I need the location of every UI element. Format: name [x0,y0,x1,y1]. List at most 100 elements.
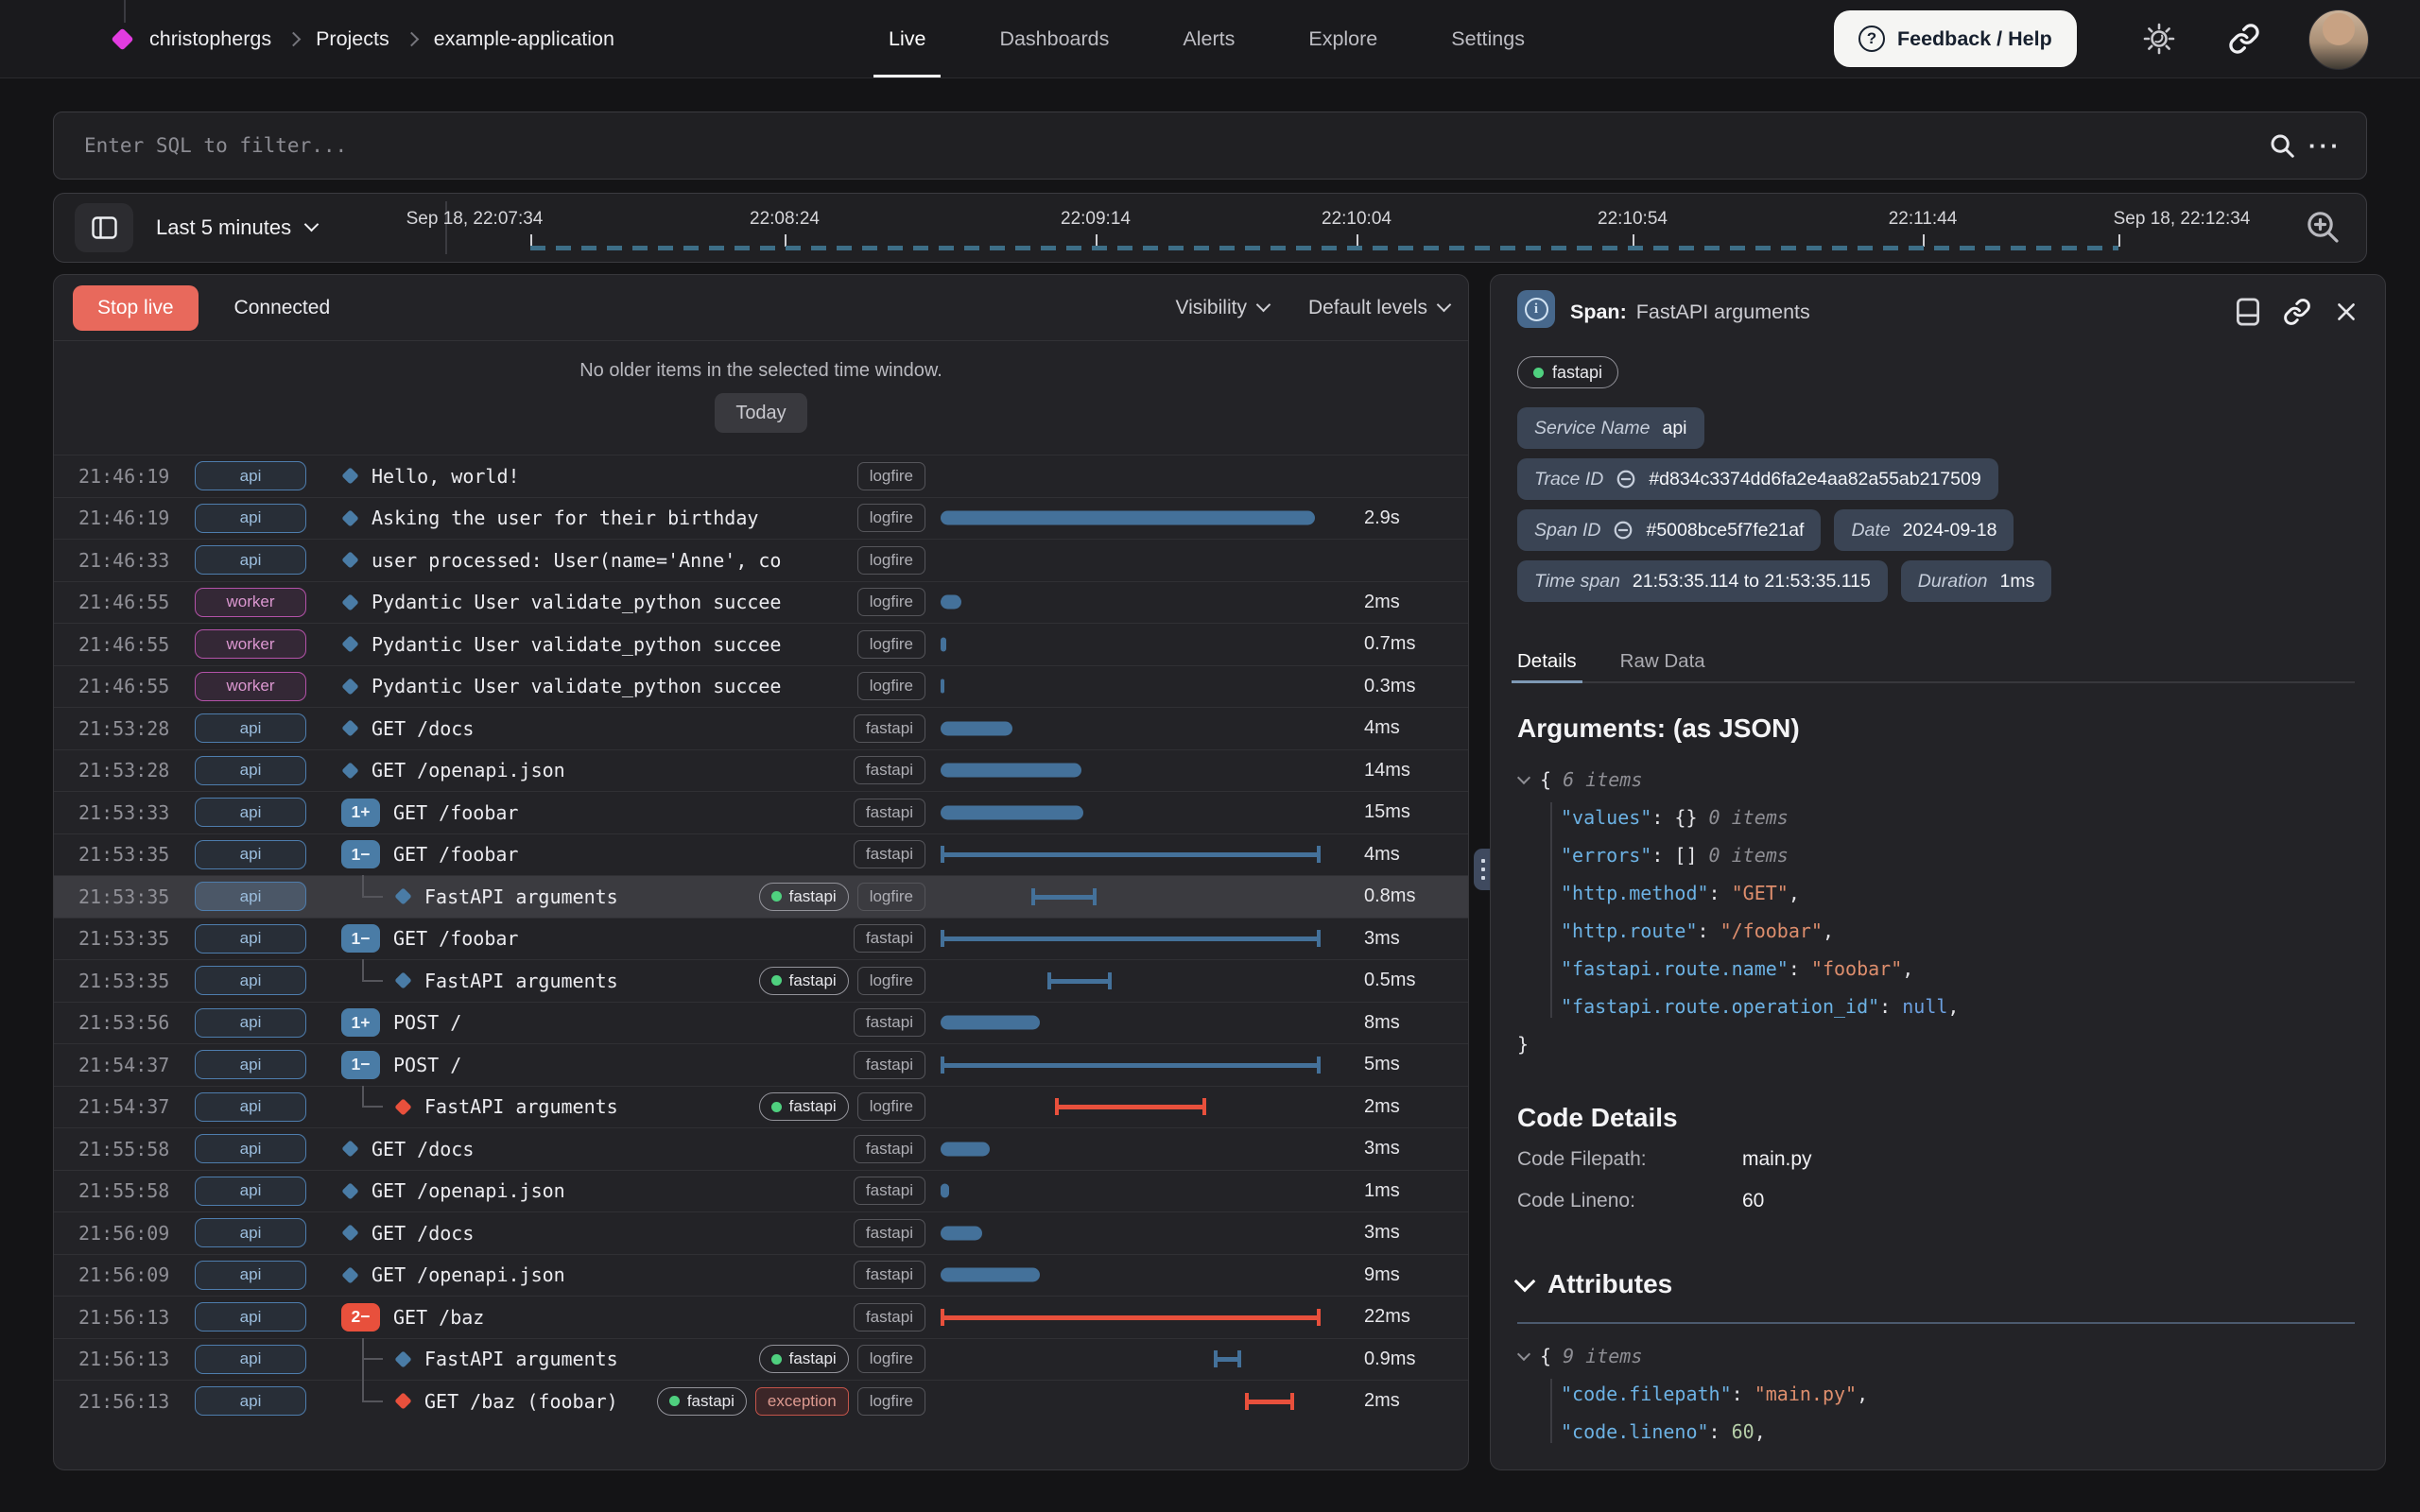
service-badge-cell: api [195,1050,341,1079]
span-kind-diamond-icon [394,1393,411,1410]
trace-row[interactable]: 21:56:09apiGET /openapi.jsonfastapi9ms [54,1254,1468,1297]
zoom-in-icon[interactable] [2304,208,2342,246]
duration-label: 3ms [1321,1222,1468,1244]
feedback-help-button[interactable]: ? Feedback / Help [1834,10,2077,67]
tree-connector [362,1400,383,1402]
trace-row[interactable]: 21:55:58apiGET /openapi.jsonfastapi1ms [54,1170,1468,1212]
trace-row[interactable]: 21:56:13apiFastAPI argumentsfastapilogfi… [54,1338,1468,1381]
open-in-reader-icon[interactable] [2236,298,2260,326]
time-range-dropdown[interactable]: Last 5 minutes [156,194,317,261]
trace-row[interactable]: 21:56:13apiGET /baz (foobar)fastapiexcep… [54,1380,1468,1422]
duration-label: 2.9s [1321,507,1468,529]
span-name: GET /docs [372,717,474,740]
span-kind-diamond-icon [341,1141,358,1158]
trace-row[interactable]: 21:46:55workerPydantic User validate_pyt… [54,623,1468,665]
copy-link-icon[interactable] [2283,298,2311,326]
metadata-chip-trace-id[interactable]: Trace ID#d834c3374dd6fa2e4aa82a55ab21750… [1517,458,1998,500]
duration-label: 0.5ms [1321,970,1468,991]
expand-chip[interactable]: 1+ [341,799,380,827]
connection-status: Connected [234,297,331,319]
collapse-chevron-icon[interactable] [1517,1348,1530,1361]
expand-chip[interactable]: 1+ [341,1008,380,1037]
breadcrumb-item[interactable]: example-application [434,27,614,51]
user-avatar[interactable] [2308,9,2369,70]
duration-label: 8ms [1321,1012,1468,1034]
json-line: { 6 items [1517,761,2357,799]
service-badge: api [195,1302,306,1332]
row-tags: fastapilogfire [751,1345,925,1373]
breadcrumb-item[interactable]: christophergs [149,27,271,51]
trace-row[interactable]: 21:56:09apiGET /docsfastapi3ms [54,1211,1468,1254]
default-levels-dropdown[interactable]: Default levels [1308,297,1449,319]
nav-tab-alerts[interactable]: Alerts [1183,0,1235,77]
json-line: "code.filepath": "main.py", [1517,1375,2357,1413]
service-badge-cell: api [195,966,341,995]
expand-chip[interactable]: 1− [341,1051,380,1079]
span-kind-diamond-icon [341,509,358,526]
tree-connector [362,1086,364,1108]
trace-row[interactable]: 21:46:33apiuser processed: User(name='An… [54,539,1468,581]
search-icon[interactable] [2256,131,2308,160]
trace-row[interactable]: 21:53:33api1+GET /foobarfastapi15ms [54,791,1468,833]
detail-tab-raw-data[interactable]: Raw Data [1620,642,1705,681]
json-line: "values": {} 0 items [1517,799,2357,836]
link-icon[interactable] [1613,520,1634,541]
trace-row[interactable]: 21:53:56api1+POST /fastapi8ms [54,1002,1468,1044]
span-kind-diamond-icon [341,1182,358,1199]
nav-tab-live[interactable]: Live [889,0,925,77]
trace-row[interactable]: 21:46:55workerPydantic User validate_pyt… [54,665,1468,708]
link-icon[interactable] [1616,469,1636,490]
collapse-chevron-icon[interactable] [1514,1270,1536,1292]
trace-row[interactable]: 21:55:58apiGET /docsfastapi3ms [54,1127,1468,1170]
trace-row[interactable]: 21:53:28apiGET /docsfastapi4ms [54,707,1468,749]
theme-toggle-icon[interactable] [2138,18,2180,60]
scope-status-dot [1533,368,1544,378]
share-link-icon[interactable] [2223,18,2265,60]
tag-fastapi: fastapi [854,1219,925,1247]
trace-row[interactable]: 21:53:35api1−GET /foobarfastapi3ms [54,918,1468,960]
service-badge-cell: api [195,798,341,827]
span-cell: FastAPI arguments [341,1339,741,1381]
expand-chip[interactable]: 1− [341,840,380,868]
row-timestamp: 21:46:19 [78,465,195,488]
expand-chip[interactable]: 2− [341,1303,380,1332]
trace-row[interactable]: 21:53:35apiFastAPI argumentsfastapilogfi… [54,959,1468,1002]
breadcrumb-item[interactable]: Projects [316,27,389,51]
trace-row[interactable]: 21:46:19apiHello, world!logfire [54,455,1468,497]
sql-filter-input[interactable] [82,133,2256,158]
span-kind-diamond-icon [341,762,358,779]
code-details-heading: Code Details [1517,1103,1678,1133]
duration-label: 2ms [1321,1390,1468,1412]
collapse-chevron-icon[interactable] [1517,771,1530,784]
duration-bar [1214,1350,1240,1367]
trace-row[interactable]: 21:46:55workerPydantic User validate_pyt… [54,581,1468,624]
json-line: "code.lineno": 60, [1517,1413,2357,1451]
trace-row[interactable]: 21:56:13api2−GET /bazfastapi22ms [54,1296,1468,1338]
close-icon[interactable] [2334,300,2359,324]
trace-row[interactable]: 21:53:35apiFastAPI argumentsfastapilogfi… [54,875,1468,918]
sidebar-toggle-button[interactable] [75,203,133,252]
metadata-label: Duration [1918,571,1988,593]
nav-tab-dashboards[interactable]: Dashboards [999,0,1109,77]
row-tags: logfire [849,504,925,532]
trace-row[interactable]: 21:54:37api1−POST /fastapi5ms [54,1043,1468,1086]
detail-tab-details[interactable]: Details [1517,642,1577,681]
today-button[interactable]: Today [715,393,806,433]
stop-live-button[interactable]: Stop live [73,285,199,331]
trace-row[interactable]: 21:54:37apiFastAPI argumentsfastapilogfi… [54,1086,1468,1128]
service-badge-cell: api [195,545,341,575]
nav-tab-settings[interactable]: Settings [1451,0,1525,77]
nav-tab-explore[interactable]: Explore [1308,0,1377,77]
span-kind-diamond-icon [394,1350,411,1367]
metadata-chip-span-id[interactable]: Span ID#5008bce5f7fe21af [1517,509,1821,551]
trace-row[interactable]: 21:46:19apiAsking the user for their bir… [54,497,1468,540]
trace-row[interactable]: 21:53:28apiGET /openapi.jsonfastapi14ms [54,749,1468,792]
more-options-icon[interactable]: ··· [2308,131,2366,161]
trace-row[interactable]: 21:53:35api1−GET /foobarfastapi4ms [54,833,1468,876]
empty-window-notice: No older items in the selected time wind… [54,341,1468,455]
json-line: "fastapi.route.name": "foobar", [1517,950,2357,988]
duration-bar-cell [941,708,1321,749]
visibility-dropdown[interactable]: Visibility [1175,297,1268,319]
logfire-logo[interactable] [111,27,133,50]
expand-chip[interactable]: 1− [341,924,380,953]
